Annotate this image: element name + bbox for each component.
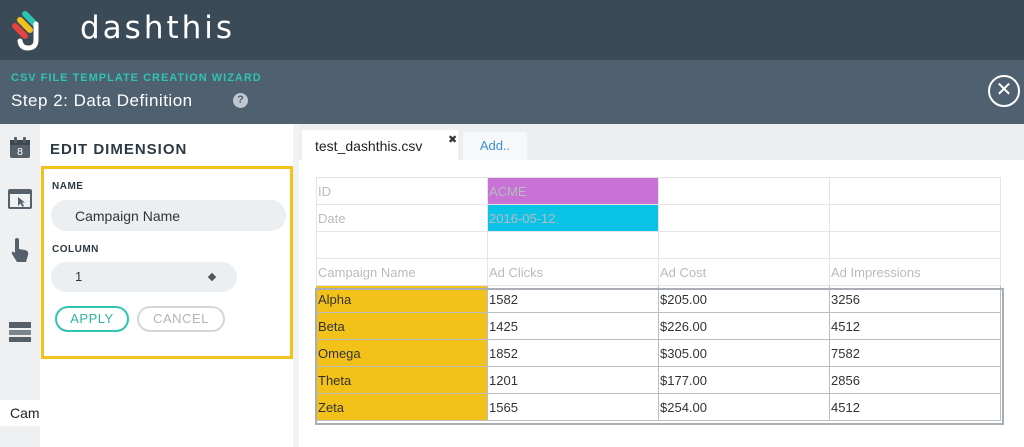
table-row: Theta 1201 $177.00 2856 bbox=[316, 366, 1001, 394]
id-value-cell[interactable]: ACME bbox=[487, 177, 659, 205]
column-select[interactable]: 1 bbox=[51, 262, 237, 292]
table-cell[interactable] bbox=[487, 231, 659, 259]
column-header[interactable]: Ad Cost bbox=[658, 258, 830, 286]
table-cell[interactable]: 1201 bbox=[487, 366, 659, 394]
table-cell[interactable]: $205.00 bbox=[658, 285, 830, 313]
select-arrow-icon bbox=[207, 272, 217, 282]
edit-dimension-title: EDIT DIMENSION bbox=[50, 141, 188, 158]
dimension-cell[interactable]: Omega bbox=[316, 339, 488, 367]
table-row: Omega 1852 $305.00 7582 bbox=[316, 339, 1001, 367]
table-row: Beta 1425 $226.00 4512 bbox=[316, 312, 1001, 340]
add-file-tab[interactable]: Add.. bbox=[463, 132, 527, 160]
table-row: ID ACME bbox=[316, 177, 1001, 205]
dimension-cell[interactable]: Alpha bbox=[316, 285, 488, 313]
left-toolbar: 8 Cam bbox=[0, 124, 40, 447]
table-cell[interactable]: 2856 bbox=[829, 366, 1001, 394]
column-header[interactable]: Campaign Name bbox=[316, 258, 488, 286]
table-cell[interactable]: 1565 bbox=[487, 393, 659, 421]
table-cell[interactable] bbox=[829, 177, 1001, 205]
wizard-header: CSV FILE TEMPLATE CREATION WIZARD Step 2… bbox=[0, 60, 1024, 124]
table-cell[interactable]: Date bbox=[316, 204, 488, 232]
window-cursor-icon bbox=[8, 189, 32, 209]
table-cell[interactable] bbox=[658, 231, 830, 259]
csv-table: ID ACME Date 2016-05-12 Campaign Name Ad… bbox=[316, 177, 1001, 421]
table-cell[interactable]: 1852 bbox=[487, 339, 659, 367]
dimension-cell[interactable]: Theta bbox=[316, 366, 488, 394]
column-field-label: COLUMN bbox=[52, 244, 99, 255]
dimension-cell[interactable]: Zeta bbox=[316, 393, 488, 421]
table-cell[interactable] bbox=[829, 231, 1001, 259]
table-cell[interactable]: 1582 bbox=[487, 285, 659, 313]
table-cell[interactable]: $177.00 bbox=[658, 366, 830, 394]
apply-button[interactable]: APPLY bbox=[55, 306, 129, 332]
name-field-label: NAME bbox=[52, 181, 84, 192]
window-select-tool[interactable] bbox=[0, 179, 40, 219]
table-cell[interactable]: 3256 bbox=[829, 285, 1001, 313]
calendar-tool[interactable]: 8 bbox=[0, 128, 40, 168]
pointer-tool[interactable] bbox=[0, 230, 40, 270]
column-header[interactable]: Ad Impressions bbox=[829, 258, 1001, 286]
table-header-row: Campaign Name Ad Clicks Ad Cost Ad Impre… bbox=[316, 258, 1001, 286]
table-row: Zeta 1565 $254.00 4512 bbox=[316, 393, 1001, 421]
table-row bbox=[316, 231, 1001, 259]
hand-pointer-icon bbox=[11, 238, 29, 262]
dimension-name-input[interactable] bbox=[51, 200, 286, 231]
tab-label: test_dashthis.csv bbox=[315, 138, 423, 154]
table-row: Alpha 1582 $205.00 3256 bbox=[316, 285, 1001, 313]
table-cell[interactable]: ID bbox=[316, 177, 488, 205]
table-cell[interactable] bbox=[829, 204, 1001, 232]
dashthis-logo-icon bbox=[12, 11, 39, 51]
table-cell[interactable] bbox=[316, 231, 488, 259]
file-tab-bar: test_dashthis.csv ✖ Add.. bbox=[299, 124, 1024, 162]
calendar-icon: 8 bbox=[10, 137, 30, 158]
csv-preview-area: test_dashthis.csv ✖ Add.. ID ACME Date 2… bbox=[299, 124, 1024, 447]
table-tool[interactable] bbox=[0, 312, 40, 352]
close-wizard-button[interactable]: ✕ bbox=[988, 75, 1020, 107]
table-icon bbox=[9, 322, 31, 342]
dimension-cell[interactable]: Beta bbox=[316, 312, 488, 340]
svg-text:8: 8 bbox=[17, 147, 23, 158]
tab-close-icon[interactable]: ✖ bbox=[448, 133, 457, 146]
edit-dimension-panel: EDIT DIMENSION NAME COLUMN 1 APPLY CANCE… bbox=[40, 124, 296, 447]
cancel-button[interactable]: CANCEL bbox=[137, 306, 225, 332]
table-cell[interactable] bbox=[658, 177, 830, 205]
table-cell[interactable]: 4512 bbox=[829, 312, 1001, 340]
top-bar: dashthis bbox=[0, 0, 1024, 60]
table-cell[interactable]: 4512 bbox=[829, 393, 1001, 421]
edit-dimension-form: NAME COLUMN 1 APPLY CANCEL bbox=[41, 166, 293, 359]
table-row: Date 2016-05-12 bbox=[316, 204, 1001, 232]
table-cell[interactable]: 7582 bbox=[829, 339, 1001, 367]
wizard-kicker: CSV FILE TEMPLATE CREATION WIZARD bbox=[11, 72, 262, 84]
tab-test-dashthis-csv[interactable]: test_dashthis.csv bbox=[302, 130, 458, 162]
table-cell[interactable]: $226.00 bbox=[658, 312, 830, 340]
rail-selected-dimension-label[interactable]: Cam bbox=[0, 400, 40, 426]
column-header[interactable]: Ad Clicks bbox=[487, 258, 659, 286]
table-cell[interactable] bbox=[658, 204, 830, 232]
logo-text: dashthis bbox=[80, 10, 236, 46]
date-value-cell[interactable]: 2016-05-12 bbox=[487, 204, 659, 232]
table-cell[interactable]: 1425 bbox=[487, 312, 659, 340]
help-icon[interactable]: ? bbox=[233, 93, 248, 108]
column-select-value: 1 bbox=[75, 269, 83, 284]
table-cell[interactable]: $305.00 bbox=[658, 339, 830, 367]
wizard-step-title: Step 2: Data Definition bbox=[11, 91, 193, 110]
table-cell[interactable]: $254.00 bbox=[658, 393, 830, 421]
